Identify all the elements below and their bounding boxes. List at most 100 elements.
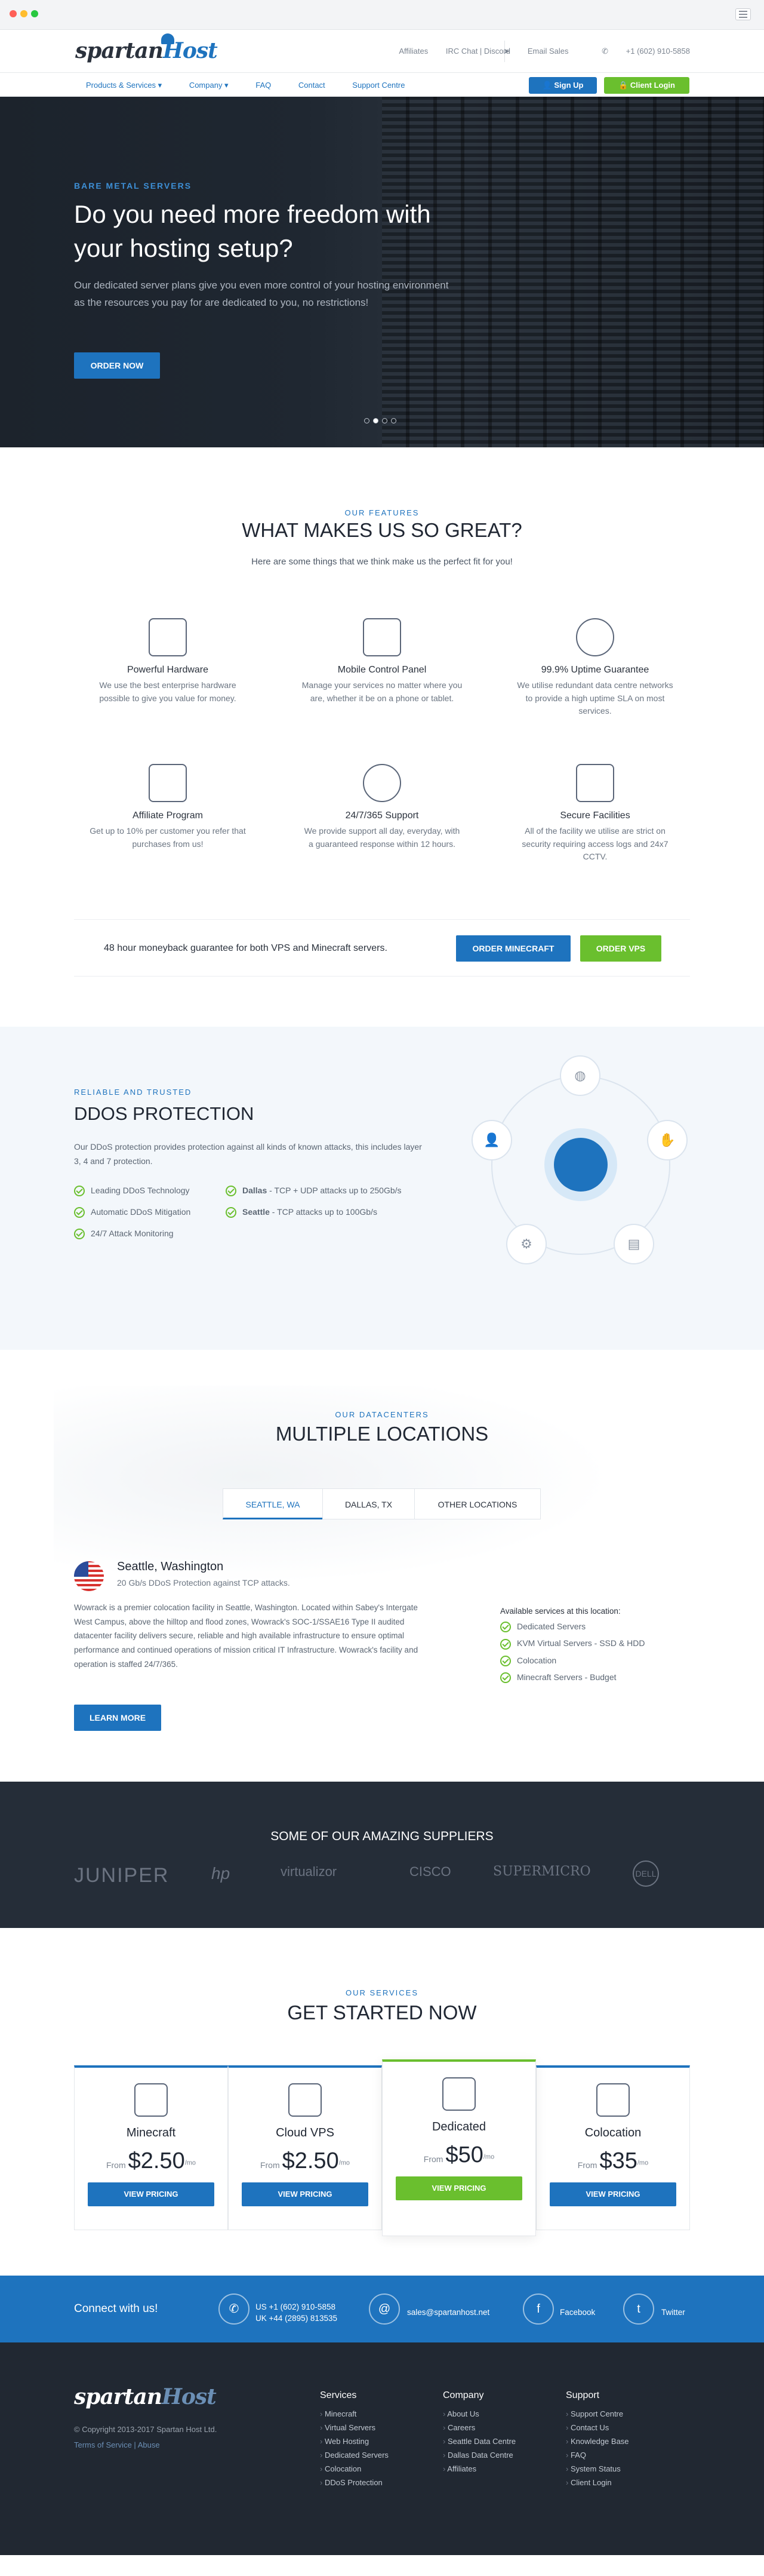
at-icon[interactable]: @ (369, 2293, 400, 2325)
supermicro-logo: SUPERMICRO (493, 1864, 591, 1879)
affiliates-link[interactable]: Affiliates (399, 47, 428, 56)
minimize-window-dot[interactable] (20, 10, 27, 17)
hero-text: Our dedicated server plans give you even… (74, 280, 449, 308)
city-subtitle: 20 Gb/s DDoS Protection against TCP atta… (117, 1578, 290, 1588)
phone-link[interactable]: ✆ +1 (602) 910-5858 (586, 47, 690, 56)
footer-link[interactable]: Careers (443, 2423, 516, 2432)
plan-card-colocation: Colocation From $35/mo VIEW PRICING (536, 2065, 690, 2230)
hamburger-menu-icon[interactable] (735, 8, 751, 20)
handshake-icon (149, 764, 187, 802)
footer-link[interactable]: Dedicated Servers (320, 2451, 389, 2460)
footer-link[interactable]: FAQ (566, 2451, 629, 2460)
email-sales-link[interactable]: ➤ Email Sales (488, 47, 568, 56)
nav-products-services[interactable]: Products & Services ▾ (86, 81, 162, 90)
phone-icon[interactable]: ✆ (218, 2293, 249, 2325)
check-item: Dallas - TCP + UDP attacks up to 250Gb/s (226, 1186, 402, 1197)
slide-dot[interactable] (382, 418, 387, 423)
top-bar: spartanHost Affiliates IRC Chat | Discor… (0, 30, 764, 73)
check-item: Automatic DDoS Mitigation (74, 1207, 190, 1218)
view-pricing-button[interactable]: VIEW PRICING (396, 2176, 522, 2200)
order-now-button[interactable]: ORDER NOW (74, 352, 160, 379)
check-item: Colocation (500, 1656, 645, 1666)
check-item: Seattle - TCP attacks up to 100Gb/s (226, 1207, 377, 1218)
user-icon: 👤 (472, 1120, 512, 1160)
check-icon (74, 1207, 85, 1218)
moneyback-cta: 48 hour moneyback guarantee for both VPS… (74, 919, 690, 977)
hero-title: Do you need more freedom with your hosti… (74, 200, 431, 262)
terms-link[interactable]: Terms of Service (74, 2440, 132, 2449)
slide-dot[interactable] (391, 418, 396, 423)
twitter-link[interactable]: Twitter (661, 2307, 685, 2319)
learn-more-button[interactable]: LEARN MORE (74, 1705, 161, 1731)
tab-seattle[interactable]: SEATTLE, WA (223, 1488, 323, 1519)
site-logo[interactable]: spartanHost (75, 38, 218, 63)
nav-support-centre[interactable]: Support Centre (352, 81, 405, 90)
email-link[interactable]: sales@spartanhost.net (407, 2307, 489, 2319)
order-vps-button[interactable]: ORDER VPS (580, 935, 661, 962)
check-icon (226, 1186, 236, 1197)
check-icon (500, 1672, 511, 1684)
ddos-text: Our DDoS protection provides protection … (74, 1142, 422, 1166)
locations-section: OUR DATACENTERS MULTIPLE LOCATIONS SEATT… (0, 1350, 764, 1782)
facebook-icon[interactable]: f (523, 2293, 554, 2325)
check-item: Leading DDoS Technology (74, 1186, 190, 1197)
footer-link[interactable]: About Us (443, 2409, 516, 2418)
maximize-window-dot[interactable] (31, 10, 38, 17)
slide-dot[interactable] (364, 418, 369, 423)
footer-link[interactable]: Contact Us (566, 2423, 629, 2432)
footer-link[interactable]: Client Login (566, 2478, 629, 2487)
footer-logo[interactable]: spartanHost (74, 2384, 217, 2409)
us-phone[interactable]: US +1 (602) 910-5858 (255, 2302, 337, 2313)
gear-icon: ⚙ (506, 1224, 547, 1264)
view-pricing-button[interactable]: VIEW PRICING (242, 2182, 368, 2206)
footer-link[interactable]: Seattle Data Centre (443, 2437, 516, 2446)
tab-other-locations[interactable]: OTHER LOCATIONS (414, 1488, 541, 1519)
client-login-button[interactable]: 🔒 Client Login (604, 77, 689, 94)
footer-link[interactable]: Virtual Servers (320, 2423, 389, 2432)
hero-eyebrow: BARE METAL SERVERS (74, 181, 192, 191)
facebook-link[interactable]: Facebook (560, 2307, 595, 2319)
tab-dallas[interactable]: DALLAS, TX (322, 1488, 415, 1519)
plan-card-minecraft: Minecraft From $2.50/mo VIEW PRICING (74, 2065, 228, 2230)
twitter-icon[interactable]: t (623, 2293, 654, 2325)
slide-dot-active[interactable] (373, 418, 378, 423)
locations-title: MULTIPLE LOCATIONS (275, 1423, 489, 1445)
server-icon (442, 2077, 476, 2111)
check-item: Minecraft Servers - Budget (500, 1672, 645, 1684)
footer-link[interactable]: Web Hosting (320, 2437, 389, 2446)
footer-link[interactable]: Dallas Data Centre (443, 2451, 516, 2460)
sign-up-button[interactable]: 👤 Sign Up (529, 77, 597, 94)
close-window-dot[interactable] (10, 10, 17, 17)
map-icon (596, 2083, 630, 2117)
footer-link[interactable]: Affiliates (443, 2464, 516, 2473)
view-pricing-button[interactable]: VIEW PRICING (88, 2182, 214, 2206)
check-icon (74, 1186, 85, 1197)
feature-card: Affiliate Program Get up to 10% per cust… (87, 764, 248, 851)
footer-link[interactable]: DDoS Protection (320, 2478, 389, 2487)
services-section: OUR SERVICES GET STARTED NOW Minecraft F… (0, 1928, 764, 2276)
order-minecraft-button[interactable]: ORDER MINECRAFT (456, 935, 571, 962)
footer-link[interactable]: Knowledge Base (566, 2437, 629, 2446)
nav-faq[interactable]: FAQ (255, 81, 271, 90)
dell-logo: DELL (633, 1860, 659, 1887)
plan-card-cloud-vps: Cloud VPS From $2.50/mo VIEW PRICING (228, 2065, 382, 2230)
juniper-logo: JUNIPER (74, 1864, 170, 1887)
sword-icon (134, 2083, 168, 2117)
view-pricing-button[interactable]: VIEW PRICING (550, 2182, 676, 2206)
footer-link[interactable]: Minecraft (320, 2409, 389, 2418)
abuse-link[interactable]: Abuse (138, 2440, 160, 2449)
main-nav: Products & Services ▾ Company ▾ FAQ Cont… (0, 73, 764, 97)
paper-plane-icon: ➤ (503, 47, 512, 56)
nav-contact[interactable]: Contact (298, 81, 325, 90)
footer-link[interactable]: System Status (566, 2464, 629, 2473)
copyright: © Copyright 2013-2017 Spartan Host Ltd. (74, 2425, 217, 2434)
lifebuoy-icon (363, 764, 401, 802)
cloud-icon (288, 2083, 322, 2117)
footer-link[interactable]: Support Centre (566, 2409, 629, 2418)
footer-link[interactable]: Colocation (320, 2464, 389, 2473)
browser-chrome (0, 0, 764, 30)
nav-company[interactable]: Company ▾ (189, 81, 229, 90)
available-services: Available services at this location: Ded… (500, 1607, 645, 1689)
uk-phone[interactable]: UK +44 (2895) 813535 (255, 2313, 337, 2325)
hp-logo: hp (211, 1864, 230, 1883)
